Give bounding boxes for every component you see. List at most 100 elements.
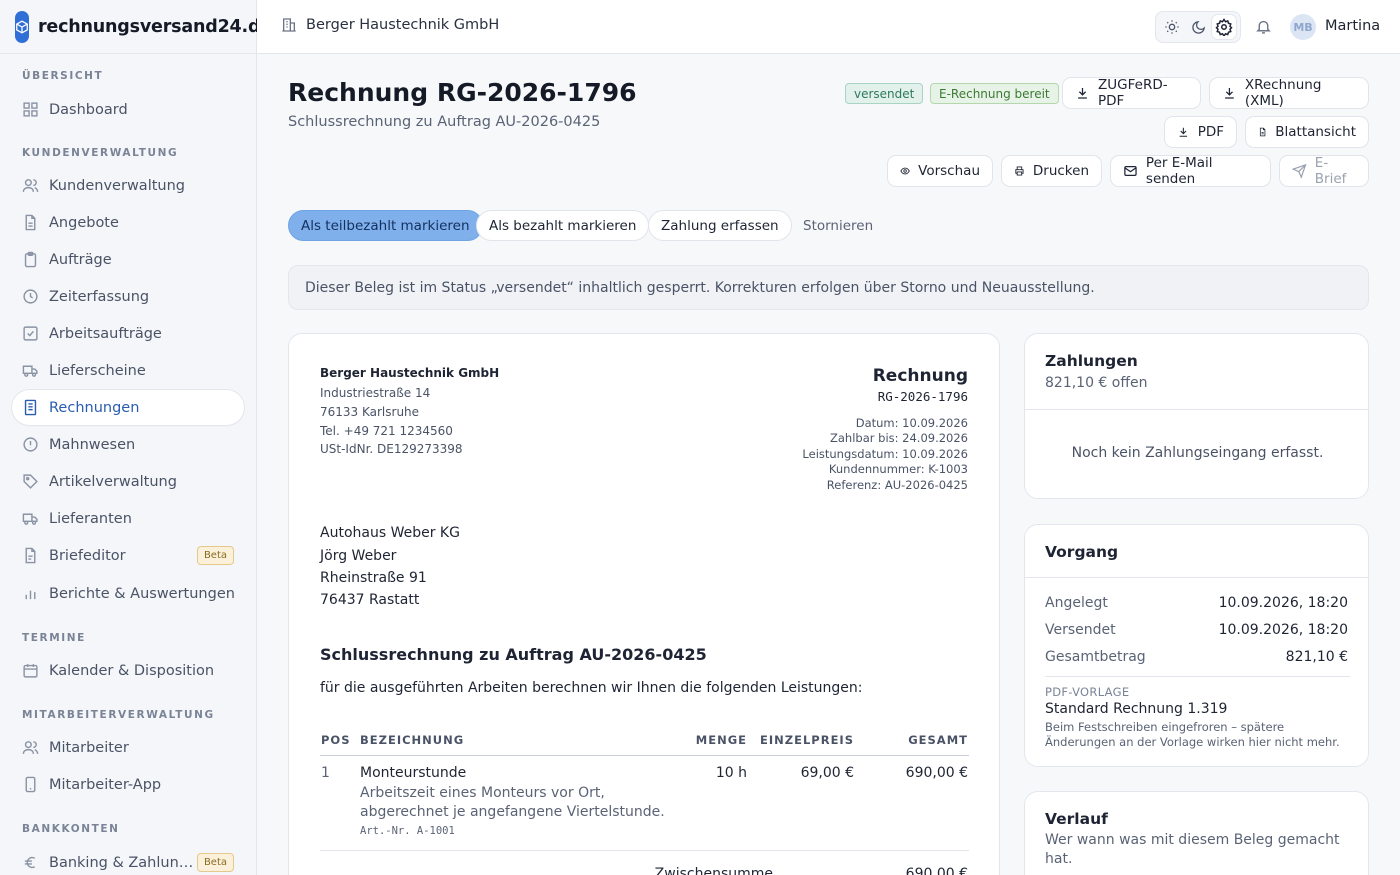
total-value: 821,10 € <box>1285 649 1348 665</box>
sidebar-item-dashboard[interactable]: Dashboard <box>12 92 244 127</box>
sidebar-item-label: Rechnungen <box>49 399 140 416</box>
cancel-invoice-button[interactable]: Stornieren <box>791 210 885 241</box>
sidebar-item-mitarbeiter[interactable]: Mitarbeiter <box>12 730 244 765</box>
sidebar-item-zeiterfassung[interactable]: Zeiterfassung <box>12 279 244 314</box>
sidebar-item-briefeditor[interactable]: Briefeditor Beta <box>12 538 244 573</box>
sidebar-item-label: Dashboard <box>49 101 128 118</box>
checkbox-icon <box>23 326 38 341</box>
grid-icon <box>23 102 38 117</box>
main-content: Rechnung RG-2026-1796 Schlussrechnung zu… <box>257 54 1400 875</box>
file-text-icon <box>1259 127 1266 137</box>
table-row-divider <box>320 850 969 851</box>
row-unit-price: 69,00 € <box>800 765 854 781</box>
mail-icon <box>1124 166 1137 176</box>
bell-icon[interactable] <box>1255 18 1272 35</box>
template-name: Standard Rechnung 1.319 <box>1045 701 1228 717</box>
brand-name: rechnungsversand24.de <box>38 16 272 37</box>
invoice-customer-no: Kundennummer: K-1003 <box>828 462 968 476</box>
brand[interactable]: rechnungsversand24.de <box>0 0 272 54</box>
sidebar-item-mitarbeiter-app[interactable]: Mitarbeiter-App <box>12 767 244 802</box>
zugferd-label: ZUGFeRD-PDF <box>1098 77 1168 109</box>
avatar[interactable]: MB <box>1290 14 1316 40</box>
sidebar-item-rechnungen[interactable]: Rechnungen <box>12 390 244 425</box>
sidebar-item-lieferscheine[interactable]: Lieferscheine <box>12 353 244 388</box>
sidebar-item-label: Lieferanten <box>49 510 132 527</box>
sidebar: rechnungsversand24.de ÜBERSICHT Dashboar… <box>0 0 272 875</box>
drucken-button[interactable]: Drucken <box>1001 155 1102 187</box>
row-title: Monteurstunde <box>360 765 467 781</box>
sidebar-item-auftraege[interactable]: Aufträge <box>12 242 244 277</box>
sun-icon[interactable] <box>1160 15 1184 39</box>
truck-icon <box>22 513 38 525</box>
sidebar-item-mahnwesen[interactable]: Mahnwesen <box>12 427 244 462</box>
invoice-service-date: Leistungsdatum: 10.09.2026 <box>802 447 968 461</box>
sidebar-item-artikelverwaltung[interactable]: Artikelverwaltung <box>12 464 244 499</box>
locked-notice: Dieser Beleg ist im Status „versendet“ i… <box>288 265 1369 310</box>
sidebar-item-banking[interactable]: Banking & Zahlun… Beta <box>12 845 244 875</box>
row-desc-line1: Arbeitszeit eines Monteurs vor Ort, <box>360 785 605 801</box>
vorschau-label: Vorschau <box>918 163 980 179</box>
blattansicht-button[interactable]: Blattansicht <box>1245 116 1369 148</box>
users-icon <box>22 179 39 192</box>
email-button[interactable]: Per E-Mail senden <box>1110 155 1271 187</box>
sidebar-item-label: Berichte & Auswertungen <box>49 585 235 602</box>
sidebar-item-berichte[interactable]: Berichte & Auswertungen <box>12 576 244 611</box>
pdf-button[interactable]: PDF <box>1164 116 1237 148</box>
sidebar-item-label: Banking & Zahlun… <box>49 854 194 871</box>
payments-card: Zahlungen 821,10 € offen Noch kein Zahlu… <box>1024 333 1369 499</box>
history-description-line2: hat. <box>1045 851 1073 867</box>
col-pos: POS <box>321 733 351 747</box>
vorschau-button[interactable]: Vorschau <box>887 155 993 187</box>
record-payment-button[interactable]: Zahlung erfassen <box>648 210 792 241</box>
beta-badge: Beta <box>196 546 234 565</box>
download-icon <box>1225 88 1234 99</box>
history-title: Verlauf <box>1045 810 1108 828</box>
xrechnung-label: XRechnung (XML) <box>1244 77 1322 109</box>
users-icon <box>22 741 39 754</box>
xrechnung-button[interactable]: XRechnung (XML) <box>1209 77 1369 109</box>
send-icon <box>1292 163 1307 179</box>
invoice-reference: Referenz: AU-2026-0425 <box>826 478 968 492</box>
sidebar-item-label: Kundenverwaltung <box>49 177 185 194</box>
sidebar-item-arbeitsauftraege[interactable]: Arbeitsaufträge <box>12 316 244 351</box>
user-name[interactable]: Martina <box>1325 18 1380 34</box>
sender-vat: USt-IdNr. DE129273398 <box>320 442 463 456</box>
truck-icon <box>22 365 38 377</box>
eye-icon <box>900 167 910 175</box>
invoice-document: Berger Haustechnik GmbH Industriestraße … <box>288 333 1000 875</box>
topbar: Berger Haustechnik GmbH MB Martina <box>257 0 1400 54</box>
process-card: Vorgang Angelegt 10.09.2026, 18:20 Verse… <box>1024 524 1369 767</box>
row-pos: 1 <box>321 765 330 781</box>
payments-title: Zahlungen <box>1045 352 1138 370</box>
sender-city: 76133 Karlsruhe <box>320 405 420 419</box>
nav-section-customers: KUNDENVERWALTUNG <box>22 147 179 159</box>
template-label: PDF-VORLAGE <box>1045 685 1130 699</box>
col-description: BEZEICHNUNG <box>360 733 465 747</box>
row-quantity: 10 h <box>715 765 747 781</box>
ebrief-button[interactable]: E-Brief <box>1279 155 1369 187</box>
ebrief-label: E-Brief <box>1314 155 1347 187</box>
sidebar-item-kalender[interactable]: Kalender & Disposition <box>12 653 244 688</box>
email-label: Per E-Mail senden <box>1145 155 1213 187</box>
invoice-heading: Rechnung <box>872 366 968 386</box>
company-name: Berger Haustechnik GmbH <box>306 17 500 33</box>
template-note-line2: Änderungen an der Vorlage wirken hier ni… <box>1045 735 1340 749</box>
sidebar-item-label: Zeiterfassung <box>49 288 150 305</box>
company-switcher[interactable]: Berger Haustechnik GmbH <box>281 17 499 33</box>
gear-icon[interactable] <box>1212 15 1236 39</box>
sidebar-item-label: Artikelverwaltung <box>49 473 177 490</box>
sidebar-item-lieferanten[interactable]: Lieferanten <box>12 501 244 536</box>
mark-paid-button[interactable]: Als bezahlt markieren <box>476 210 650 241</box>
moon-icon[interactable] <box>1186 15 1210 39</box>
sender-name: Berger Haustechnik GmbH <box>320 366 500 380</box>
document-subject: Schlussrechnung zu Auftrag AU-2026-0425 <box>320 645 707 664</box>
mark-partially-paid-button[interactable]: Als teilbezahlt markieren <box>288 210 483 241</box>
smartphone-icon <box>25 776 36 793</box>
zugferd-button[interactable]: ZUGFeRD-PDF <box>1062 77 1201 109</box>
pdf-label: PDF <box>1197 124 1224 140</box>
sidebar-item-angebote[interactable]: Angebote <box>12 205 244 240</box>
printer-icon <box>1015 166 1024 176</box>
nav-section-employees: MITARBEITERVERWALTUNG <box>22 709 215 721</box>
sidebar-item-label: Lieferscheine <box>49 362 146 379</box>
sidebar-item-kundenverwaltung[interactable]: Kundenverwaltung <box>12 168 244 203</box>
